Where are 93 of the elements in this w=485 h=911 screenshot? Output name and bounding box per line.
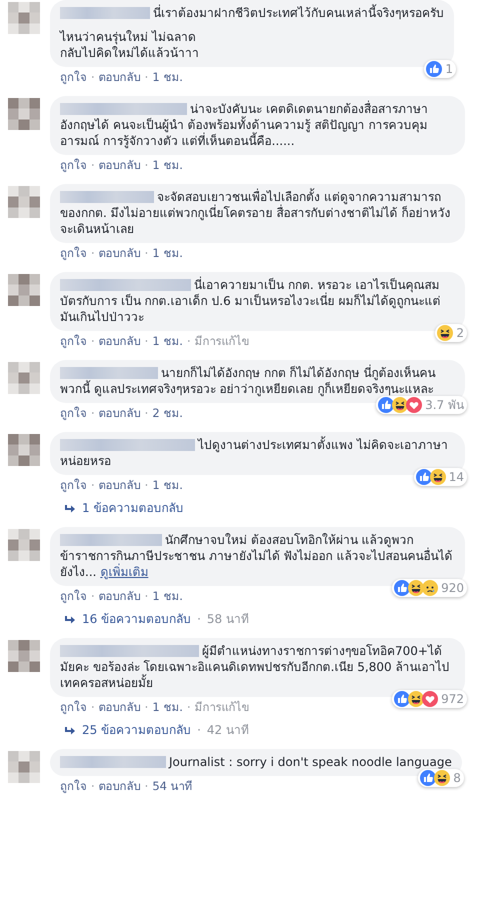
laughing-face-icon xyxy=(434,770,450,786)
view-replies-link[interactable]: 16 ข้อความตอบกลับ xyxy=(82,612,192,627)
reply-time: 42 นาที xyxy=(206,723,250,738)
like-icon xyxy=(416,469,432,485)
timestamp[interactable]: 54 นาที xyxy=(152,779,193,794)
action-link[interactable]: ตอบกลับ xyxy=(98,406,141,421)
reaction-count: 972 xyxy=(441,691,464,707)
timestamp[interactable]: 1 ชม. xyxy=(152,700,183,715)
laughing-face-icon xyxy=(392,397,408,413)
dot-separator: · xyxy=(186,334,191,349)
timestamp[interactable]: 1 ชม. xyxy=(152,158,183,173)
action-link[interactable]: ถูกใจ xyxy=(60,589,87,604)
avatar[interactable] xyxy=(8,2,40,34)
reaction-count: 1 xyxy=(445,61,453,77)
action-link[interactable]: ตอบกลับ xyxy=(98,246,141,261)
dot-separator: · xyxy=(144,478,148,493)
dot-separator: · xyxy=(197,723,201,738)
action-link[interactable]: ตอบกลับ xyxy=(98,700,141,715)
timestamp[interactable]: 1 ชม. xyxy=(152,478,183,493)
comment-text: นี่เราต้องมาฝากชีวิตประเทศไว้กับคนเหล่านี้จริงๆหรอครับ xyxy=(60,5,444,21)
edited-label: มีการแก้ไข xyxy=(194,700,250,715)
reaction-count: 14 xyxy=(448,469,464,485)
laughing-face-icon xyxy=(408,580,424,596)
dot-separator: · xyxy=(91,779,95,794)
action-link[interactable]: ถูกใจ xyxy=(60,406,87,421)
laughing-face-icon xyxy=(408,691,424,707)
reply-time: 58 นาที xyxy=(206,612,250,627)
dot-separator: · xyxy=(91,589,95,604)
reaction-count: 8 xyxy=(453,770,461,786)
avatar[interactable] xyxy=(8,529,40,561)
action-link[interactable]: ถูกใจ xyxy=(60,779,87,794)
dot-separator: · xyxy=(144,246,148,261)
reply-arrow-icon xyxy=(64,504,76,514)
action-link[interactable]: ตอบกลับ xyxy=(98,70,141,85)
dot-separator: · xyxy=(144,70,148,85)
sad-face-icon xyxy=(422,580,438,596)
dot-separator: · xyxy=(144,158,148,173)
avatar[interactable] xyxy=(8,751,40,783)
action-link[interactable]: ถูกใจ xyxy=(60,334,87,349)
laughing-face-icon xyxy=(430,469,446,485)
timestamp[interactable]: 2 ชม. xyxy=(152,406,183,421)
reply-arrow-icon xyxy=(64,726,76,736)
avatar[interactable] xyxy=(8,98,40,130)
action-link[interactable]: ถูกใจ xyxy=(60,246,87,261)
dot-separator: · xyxy=(144,779,148,794)
avatar[interactable] xyxy=(8,274,40,306)
like-icon xyxy=(394,691,410,707)
dot-separator: · xyxy=(91,700,95,715)
dot-separator: · xyxy=(91,158,95,173)
reaction-count: 3.7 พัน xyxy=(425,397,464,413)
timestamp[interactable]: 1 ชม. xyxy=(152,246,183,261)
action-link[interactable]: ถูกใจ xyxy=(60,478,87,493)
reaction-count: 920 xyxy=(441,580,464,596)
action-link[interactable]: ตอบกลับ xyxy=(98,334,141,349)
avatar[interactable] xyxy=(8,434,40,466)
view-replies-link[interactable]: 1 ข้อความตอบกลับ xyxy=(82,501,184,516)
laughing-face-icon xyxy=(437,325,454,341)
reply-arrow-icon xyxy=(64,614,76,624)
action-link[interactable]: ถูกใจ xyxy=(60,70,87,85)
timestamp[interactable]: 1 ชม. xyxy=(152,589,183,604)
dot-separator: · xyxy=(91,334,95,349)
dot-separator: · xyxy=(144,406,148,421)
avatar[interactable] xyxy=(8,640,40,672)
dot-separator: · xyxy=(144,700,148,715)
dot-separator: · xyxy=(91,406,95,421)
avatar[interactable] xyxy=(8,362,40,394)
dot-separator: · xyxy=(186,700,191,715)
see-more-link[interactable]: ดูเพิ่มเติม xyxy=(100,565,148,579)
action-link[interactable]: ตอบกลับ xyxy=(98,158,141,173)
avatar[interactable] xyxy=(8,186,40,218)
action-link[interactable]: ถูกใจ xyxy=(60,158,87,173)
like-icon xyxy=(420,770,436,786)
action-link[interactable]: ตอบกลับ xyxy=(98,779,141,794)
dot-separator: · xyxy=(91,478,95,493)
like-icon xyxy=(378,397,394,413)
comment-text: นักศึกษาจบใหม่ ต้องสอบโทอิกให้ผ่าน แล้วดูพวกข้าราชการกินภาษีประชาชน ภาษายังไม่ได้ ฟังไม่ออก แล้วจะไปสอนคนอื่นได้ยังไง... ดูเพิ่มเติม xyxy=(60,532,455,580)
timestamp[interactable]: 1 ชม. xyxy=(152,70,183,85)
timestamp[interactable]: 1 ชม. xyxy=(152,334,183,349)
dot-separator: · xyxy=(144,334,148,349)
like-icon xyxy=(394,580,410,596)
edited-label: มีการแก้ไข xyxy=(194,334,250,349)
dot-separator: · xyxy=(91,70,95,85)
action-link[interactable]: ตอบกลับ xyxy=(98,589,141,604)
like-icon xyxy=(426,61,442,77)
action-link[interactable]: ถูกใจ xyxy=(60,700,87,715)
reaction-count: 2 xyxy=(456,325,464,341)
action-link[interactable]: ตอบกลับ xyxy=(98,478,141,493)
view-replies-link[interactable]: 25 ข้อความตอบกลับ xyxy=(82,723,192,738)
dot-separator: · xyxy=(197,612,201,627)
comment-text: Journalist : sorry i don't speak noodle language xyxy=(60,754,452,770)
dot-separator: · xyxy=(91,246,95,261)
comment-text: ไหนว่าคนรุ่นใหม่ ไม่ฉลาด กลับไปคิดใหม่ได้แล้วน้าาา xyxy=(60,29,200,61)
dot-separator: · xyxy=(144,589,148,604)
